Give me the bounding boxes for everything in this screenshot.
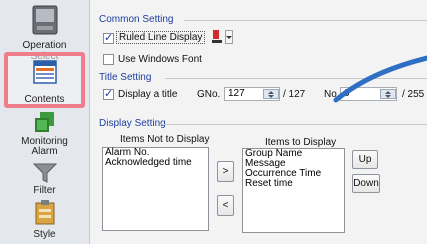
sidebar-item-label: Operation: [22, 40, 67, 51]
sidebar-item-style[interactable]: Style: [0, 199, 89, 244]
not-display-header: Items Not to Display: [120, 134, 210, 145]
display-setting-title: Display Setting: [99, 118, 166, 129]
gno-spinbox[interactable]: 127: [224, 87, 280, 101]
section-divider: [184, 20, 427, 21]
sidebar-item-operation-select[interactable]: Operation Select: [0, 0, 89, 62]
display-header: Items to Display: [265, 137, 337, 148]
section-divider: [160, 124, 427, 125]
line-color-icon[interactable]: [211, 29, 223, 45]
settings-panel: Common Setting Ruled Line Display Use Wi…: [90, 0, 427, 244]
title-setting-title: Title Setting: [99, 72, 152, 83]
move-down-button[interactable]: Down: [352, 174, 380, 193]
gno-max: / 127: [283, 89, 306, 100]
ruled-line-checkbox[interactable]: [103, 31, 114, 44]
sidebar-item-contents[interactable]: Contents: [0, 52, 89, 108]
sidebar-item-label: Contents: [24, 94, 65, 105]
display-listbox[interactable]: Group Name Message Occurrence Time Reset…: [242, 148, 345, 233]
not-display-listbox[interactable]: Alarm No. Acknowledged time: [102, 147, 209, 231]
move-up-button[interactable]: Up: [352, 150, 378, 169]
no-label: No.: [324, 89, 340, 100]
sidebar-item-sublabel: Alarm: [31, 146, 58, 157]
display-title-checkbox[interactable]: [103, 87, 114, 100]
windows-font-label: Use Windows Font: [118, 54, 202, 65]
no-spinbox[interactable]: 0: [340, 87, 397, 101]
sidebar-item-monitoring-alarm[interactable]: Monitoring Alarm: [0, 110, 89, 157]
no-max: / 255: [402, 89, 425, 100]
list-item[interactable]: Reset time: [243, 179, 344, 189]
filter-icon: [33, 163, 57, 183]
style-icon: [35, 200, 55, 225]
sidebar-item-label: Style: [33, 229, 56, 240]
spin-arrows-icon: [268, 91, 274, 98]
display-title-label: Display a title: [118, 89, 178, 100]
no-value: 0: [344, 88, 350, 99]
gno-label: GNo.: [197, 89, 221, 100]
contents-icon: [33, 60, 57, 84]
remove-item-button[interactable]: <: [217, 195, 234, 216]
section-divider: [165, 78, 427, 79]
gno-value: 127: [228, 88, 245, 99]
ruled-line-label: Ruled Line Display: [116, 31, 206, 44]
gno-spin-button[interactable]: [263, 89, 279, 99]
sidebar-item-label: Filter: [33, 185, 56, 196]
common-setting-title: Common Setting: [99, 14, 174, 25]
add-item-button[interactable]: >: [217, 161, 234, 182]
no-spin-button[interactable]: [380, 89, 396, 99]
list-item[interactable]: Acknowledged time: [103, 158, 208, 168]
sidebar: Operation Select Contents Monitoring Ala…: [0, 0, 90, 244]
monitoring-alarm-icon: [35, 112, 54, 132]
operation-icon: [32, 5, 58, 35]
sidebar-item-filter[interactable]: Filter: [0, 160, 89, 198]
spin-arrows-icon: [385, 91, 391, 98]
line-style-dropdown[interactable]: [225, 30, 233, 44]
windows-font-checkbox[interactable]: [103, 54, 114, 65]
chevron-down-icon: [226, 36, 232, 39]
